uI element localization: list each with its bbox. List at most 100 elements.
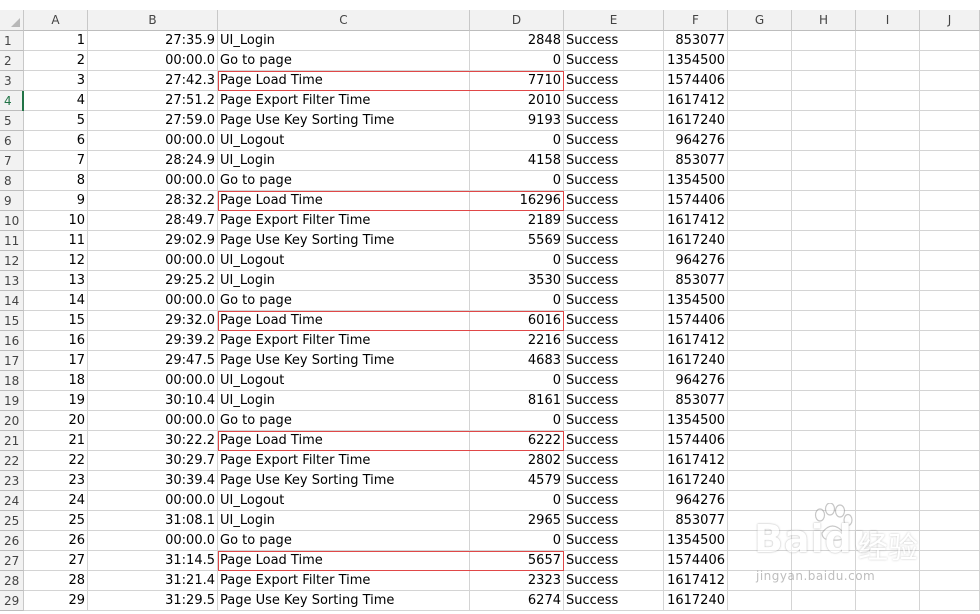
cell-f[interactable]: 1617240 (664, 111, 728, 131)
cell-f[interactable]: 853077 (664, 391, 728, 411)
cell-b[interactable]: 00:00.0 (88, 171, 218, 191)
cell-g[interactable] (728, 91, 792, 111)
cell-j[interactable] (920, 151, 980, 171)
cell-f[interactable]: 964276 (664, 131, 728, 151)
cell-f[interactable]: 964276 (664, 251, 728, 271)
cell-f[interactable]: 1617412 (664, 571, 728, 591)
row-header[interactable]: 26 (0, 531, 24, 551)
row-header[interactable]: 4 (0, 91, 24, 111)
cell-c[interactable]: Page Load Time (218, 71, 470, 91)
cell-g[interactable] (728, 451, 792, 471)
cell-g[interactable] (728, 391, 792, 411)
cell-g[interactable] (728, 431, 792, 451)
cell-g[interactable] (728, 411, 792, 431)
cell-d[interactable]: 0 (470, 491, 564, 511)
column-header-c[interactable]: C (218, 10, 470, 31)
cell-b[interactable]: 00:00.0 (88, 411, 218, 431)
cell-j[interactable] (920, 71, 980, 91)
cell-e[interactable]: Success (564, 51, 664, 71)
cell-h[interactable] (792, 111, 856, 131)
cell-g[interactable] (728, 231, 792, 251)
cell-b[interactable]: 30:10.4 (88, 391, 218, 411)
cell-c[interactable]: Page Use Key Sorting Time (218, 471, 470, 491)
cell-f[interactable]: 964276 (664, 491, 728, 511)
cell-c[interactable]: UI_Logout (218, 251, 470, 271)
cell-f[interactable]: 1574406 (664, 551, 728, 571)
column-header-g[interactable]: G (728, 10, 792, 31)
cell-b[interactable]: 31:29.5 (88, 591, 218, 611)
cell-a[interactable]: 28 (24, 571, 88, 591)
cell-d[interactable]: 4579 (470, 471, 564, 491)
cell-b[interactable]: 30:39.4 (88, 471, 218, 491)
cell-j[interactable] (920, 291, 980, 311)
cell-d[interactable]: 6016 (470, 311, 564, 331)
cell-c[interactable]: Go to page (218, 171, 470, 191)
row-header[interactable]: 11 (0, 231, 24, 251)
row-header[interactable]: 29 (0, 591, 24, 611)
cell-f[interactable]: 853077 (664, 151, 728, 171)
column-header-h[interactable]: H (792, 10, 856, 31)
cell-c[interactable]: Page Use Key Sorting Time (218, 591, 470, 611)
cell-b[interactable]: 28:24.9 (88, 151, 218, 171)
cell-c[interactable]: Page Load Time (218, 191, 470, 211)
cell-b[interactable]: 30:29.7 (88, 451, 218, 471)
column-header-e[interactable]: E (564, 10, 664, 31)
cell-i[interactable] (856, 151, 920, 171)
cell-d[interactable]: 0 (470, 131, 564, 151)
cell-i[interactable] (856, 271, 920, 291)
cell-f[interactable]: 1354500 (664, 51, 728, 71)
cell-c[interactable]: Page Load Time (218, 431, 470, 451)
cell-e[interactable]: Success (564, 591, 664, 611)
cell-g[interactable] (728, 71, 792, 91)
cell-i[interactable] (856, 411, 920, 431)
cell-g[interactable] (728, 191, 792, 211)
cell-h[interactable] (792, 251, 856, 271)
cell-f[interactable]: 1354500 (664, 531, 728, 551)
cell-i[interactable] (856, 131, 920, 151)
cell-d[interactable]: 6222 (470, 431, 564, 451)
row-header[interactable]: 12 (0, 251, 24, 271)
row-header[interactable]: 15 (0, 311, 24, 331)
cell-i[interactable] (856, 291, 920, 311)
cell-b[interactable]: 29:02.9 (88, 231, 218, 251)
cell-d[interactable]: 4683 (470, 351, 564, 371)
cell-h[interactable] (792, 311, 856, 331)
cell-h[interactable] (792, 451, 856, 471)
cell-b[interactable]: 29:47.5 (88, 351, 218, 371)
cell-b[interactable]: 29:32.0 (88, 311, 218, 331)
cell-c[interactable]: Page Export Filter Time (218, 331, 470, 351)
cell-j[interactable] (920, 91, 980, 111)
cell-j[interactable] (920, 331, 980, 351)
cell-j[interactable] (920, 191, 980, 211)
cell-j[interactable] (920, 31, 980, 51)
cell-j[interactable] (920, 391, 980, 411)
cell-d[interactable]: 0 (470, 171, 564, 191)
cell-f[interactable]: 1574406 (664, 71, 728, 91)
cell-b[interactable]: 00:00.0 (88, 251, 218, 271)
cell-g[interactable] (728, 131, 792, 151)
cell-b[interactable]: 00:00.0 (88, 531, 218, 551)
cell-d[interactable]: 2802 (470, 451, 564, 471)
cell-d[interactable]: 2965 (470, 511, 564, 531)
cell-j[interactable] (920, 171, 980, 191)
cell-g[interactable] (728, 31, 792, 51)
cell-d[interactable]: 2010 (470, 91, 564, 111)
cell-d[interactable]: 9193 (470, 111, 564, 131)
cell-j[interactable] (920, 351, 980, 371)
cell-g[interactable] (728, 171, 792, 191)
cell-e[interactable]: Success (564, 551, 664, 571)
cell-j[interactable] (920, 231, 980, 251)
cell-e[interactable]: Success (564, 151, 664, 171)
cell-a[interactable]: 16 (24, 331, 88, 351)
cell-j[interactable] (920, 131, 980, 151)
cell-i[interactable] (856, 211, 920, 231)
cell-b[interactable]: 27:42.3 (88, 71, 218, 91)
cell-a[interactable]: 15 (24, 311, 88, 331)
cell-a[interactable]: 26 (24, 531, 88, 551)
cell-a[interactable]: 3 (24, 71, 88, 91)
cell-i[interactable] (856, 191, 920, 211)
column-header-b[interactable]: B (88, 10, 218, 31)
cell-h[interactable] (792, 411, 856, 431)
cell-a[interactable]: 13 (24, 271, 88, 291)
cell-h[interactable] (792, 371, 856, 391)
